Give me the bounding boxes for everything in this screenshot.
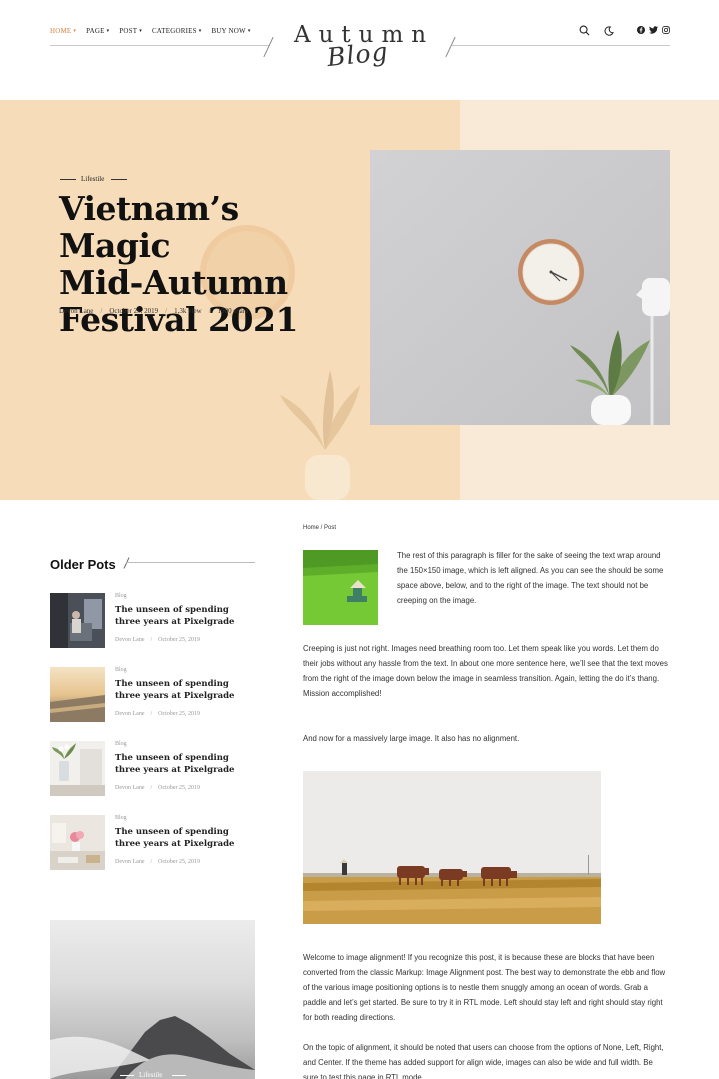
post-title[interactable]: The unseen of spending three years at Pi… [115,678,250,702]
plant-watermark-icon [280,370,360,500]
divider-slash [263,36,274,58]
category-line-left [120,1075,134,1076]
post-title[interactable]: The unseen of spending three years at Pi… [115,752,250,776]
hero-shares: 1900 share [217,307,249,315]
chevron-down-icon: ▾ [247,29,251,34]
post-category[interactable]: Blog [115,815,127,821]
search-icon[interactable] [579,25,590,36]
paragraph: And now for a massively large image. It … [303,734,520,743]
feature-category[interactable]: Lifestile [139,1071,162,1079]
post-title[interactable]: The unseen of spending three years at Pi… [115,826,250,850]
meta-separator: / [150,785,153,791]
post-category[interactable]: Blog [115,667,127,673]
sidebar-post[interactable]: Blog The unseen of spending three years … [50,593,260,649]
post-author[interactable]: Devon Lane [115,785,145,791]
paragraph: Creeping is just not right. Images need … [303,644,668,698]
chevron-down-icon: ▾ [198,29,202,34]
instagram-icon[interactable] [662,26,670,34]
moon-icon[interactable] [604,25,614,36]
category-line-right [172,1075,186,1076]
paragraph: The rest of this paragraph is filler for… [397,551,664,605]
social-links [637,26,670,34]
post-meta: Devon Lane / October 25, 2019 [115,785,200,791]
post-title[interactable]: The unseen of spending three years at Pi… [115,604,250,628]
hero-meta: Devon Lane / October 25, 2019 / 1,3k vie… [59,307,248,315]
hero-views: 1,3k view [174,307,202,315]
sidebar-feature-image[interactable] [50,920,255,1079]
post-author[interactable]: Devon Lane [115,711,145,717]
category-line-left [60,179,76,180]
hero-category[interactable]: Lifestile [81,175,104,183]
meta-separator: / [150,859,153,865]
nav-categories[interactable]: CATEGORIES ▾ [152,27,202,35]
twitter-icon[interactable] [649,26,658,34]
post-date: October 25, 2019 [158,859,200,865]
nav-post[interactable]: POST ▾ [119,27,142,35]
divider-slash [445,36,456,58]
post-thumbnail[interactable] [50,667,105,722]
main-nav: HOME ▾ PAGE ▾ POST ▾ CATEGORIES ▾ BUY NOW ▾ [50,27,251,35]
chevron-down-icon: ▾ [106,29,110,34]
post-thumbnail[interactable] [50,593,105,648]
hero-title[interactable]: Vietnam’s Magic Mid-Autumn Festival 2021 [59,190,359,338]
post-meta: Devon Lane / October 25, 2019 [115,859,200,865]
site-logo-script[interactable]: Blog [326,37,390,72]
sidebar-post[interactable]: Blog The unseen of spending three years … [50,815,260,871]
field-cows-image[interactable] [303,771,601,924]
hero-image[interactable] [370,150,670,425]
nav-buy-now[interactable]: BUY NOW ▾ [211,27,250,35]
post-date: October 25, 2019 [158,637,200,643]
meta-separator: / [150,637,153,643]
chevron-down-icon: ▾ [139,29,142,34]
meta-separator: / [165,307,168,315]
post-date: October 25, 2019 [158,711,200,717]
category-line-right [111,179,127,180]
meta-separator: / [100,307,103,315]
older-posts-title: Older Pots [50,557,116,572]
clock-wall-image [370,150,670,425]
header-divider-right [452,45,670,46]
post-author[interactable]: Devon Lane [115,637,145,643]
farmer-image[interactable] [303,550,378,625]
hero-date: October 25, 2019 [109,307,159,315]
nav-home[interactable]: HOME ▾ [50,27,76,35]
nav-page[interactable]: PAGE ▾ [86,27,109,35]
paragraph: Welcome to image alignment! If you recog… [303,953,666,1022]
chevron-down-icon: ▾ [73,29,77,34]
post-date: October 25, 2019 [158,785,200,791]
mountain-image [50,1016,255,1079]
post-meta: Devon Lane / October 25, 2019 [115,711,200,717]
older-posts-divider [126,562,255,563]
sidebar-post[interactable]: Blog The unseen of spending three years … [50,667,260,723]
site-header: HOME ▾ PAGE ▾ POST ▾ CATEGORIES ▾ BUY NOW ▾ A… [0,0,719,100]
header-actions [579,25,614,36]
sidebar-post[interactable]: Blog The unseen of spending three years … [50,741,260,797]
post-author[interactable]: Devon Lane [115,859,145,865]
header-divider-left [50,45,270,46]
breadcrumb[interactable]: Home / Post [303,525,336,531]
paragraph: On the topic of alignment, it should be … [303,1043,664,1079]
post-meta: Devon Lane / October 25, 2019 [115,637,200,643]
hero-author[interactable]: Devon Lane [59,307,93,315]
facebook-icon[interactable] [637,26,645,34]
meta-separator: / [208,307,211,315]
post-thumbnail[interactable] [50,741,105,796]
post-category[interactable]: Blog [115,593,127,599]
post-category[interactable]: Blog [115,741,127,747]
post-thumbnail[interactable] [50,815,105,870]
meta-separator: / [150,711,153,717]
divider-slash [123,557,130,569]
